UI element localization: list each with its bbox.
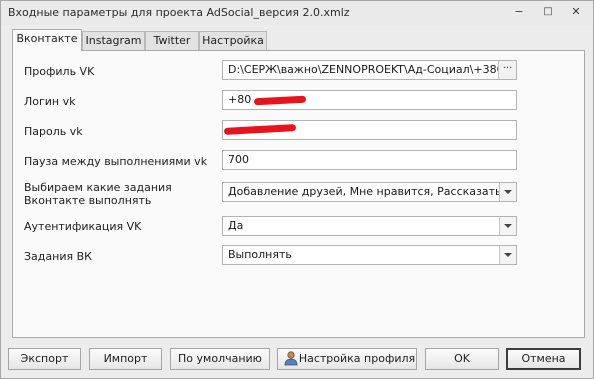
auth-chevron-down-icon[interactable] — [499, 217, 516, 235]
tab-twitter[interactable]: Twitter — [145, 31, 199, 50]
tasks-label: Выбираем какие задания Вконтакте выполня… — [24, 181, 172, 207]
tab-vkontakte[interactable]: Вконтакте — [12, 29, 82, 51]
tasks-value: Добавление друзей, Мне нравится, Рассказ… — [228, 185, 517, 198]
close-button[interactable]: ✕ — [567, 5, 585, 19]
profile-label: Профиль VK — [24, 65, 95, 78]
login-value: +80 — [228, 93, 252, 106]
pause-value: 700 — [228, 153, 249, 166]
auth-dropdown[interactable]: Да — [222, 216, 517, 236]
export-button[interactable]: Экспорт — [8, 348, 81, 370]
tab-instagram[interactable]: Instagram — [82, 31, 145, 50]
maximize-button[interactable]: □ — [539, 5, 557, 19]
tasks-chevron-down-icon[interactable] — [499, 183, 516, 201]
browse-button[interactable]: ··· — [498, 61, 516, 79]
tab-settings[interactable]: Настройка — [199, 31, 267, 50]
pause-label: Пауза между выполнениями vk — [24, 155, 208, 168]
pause-field[interactable]: 700 — [222, 150, 517, 170]
defaults-button[interactable]: По умолчанию — [170, 348, 270, 370]
dialog-window: Входные параметры для проекта AdSocial_в… — [0, 0, 594, 379]
cancel-button[interactable]: Отмена — [506, 348, 581, 370]
window-title: Входные параметры для проекта AdSocial_в… — [8, 6, 350, 19]
profile-path-field[interactable]: D:\СЕРЖ\важно\ZENNOPROEKT\Ад-Социал\+380… — [222, 60, 517, 80]
vk-tasks-dropdown[interactable]: Выполнять — [222, 245, 517, 265]
import-button[interactable]: Импорт — [89, 348, 162, 370]
user-icon — [284, 351, 298, 366]
tab-panel-vkontakte: Профиль VK D:\СЕРЖ\важно\ZENNOPROEKT\Ад-… — [12, 50, 585, 338]
tasks-dropdown[interactable]: Добавление друзей, Мне нравится, Рассказ… — [222, 182, 517, 202]
login-label: Логин vk — [24, 95, 76, 108]
vk-tasks-label: Задания ВК — [24, 250, 92, 263]
profile-settings-label: Настройка профиля — [298, 352, 416, 365]
title-bar: Входные параметры для проекта AdSocial_в… — [1, 1, 593, 25]
ok-button[interactable]: OK — [425, 348, 499, 370]
profile-settings-button[interactable]: Настройка профиля — [277, 348, 417, 370]
vk-tasks-chevron-down-icon[interactable] — [499, 246, 516, 264]
auth-value: Да — [228, 219, 244, 232]
auth-label: Аутентификация VK — [24, 220, 142, 233]
minimize-button[interactable]: − — [510, 5, 528, 19]
password-label: Пароль vk — [24, 125, 83, 138]
profile-path-value: D:\СЕРЖ\важно\ZENNOPROEKT\Ад-Социал\+380… — [228, 63, 517, 76]
vk-tasks-value: Выполнять — [228, 248, 292, 261]
